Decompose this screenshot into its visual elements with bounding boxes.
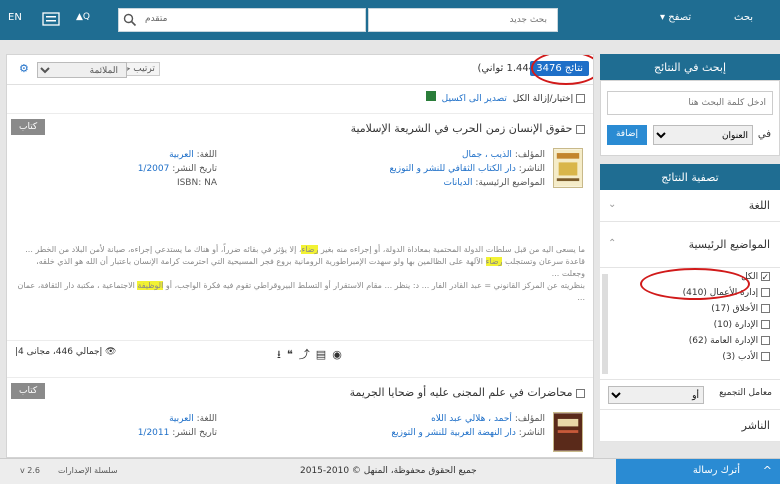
record-meta-main: المؤلف: أحمد ، هلالي عبد اللاه الناشر: د…	[391, 414, 545, 438]
record-excerpt: ما يسعى اليه من قبل سلطات الدولة المحتمي…	[17, 245, 585, 302]
record-type-badge: كتاب	[11, 383, 46, 399]
version-text: v 2.6	[20, 466, 40, 475]
chevron-up-icon: ⌃	[608, 238, 617, 249]
search-in-results-box: في العنوان إضافة	[600, 80, 780, 156]
results-header: (1.444 ثواني) 3476 نتائج ترتيب حسب الملا…	[7, 55, 593, 85]
book-cover-image[interactable]	[553, 148, 583, 188]
results-search-input[interactable]	[607, 91, 773, 115]
facet-subjects[interactable]: المواضيع الرئيسية ⌃	[600, 222, 780, 268]
subject-list: ✓ الكل إدارة الأعمال (410) الأخلاق (17) …	[600, 268, 780, 380]
new-search-input[interactable]	[369, 9, 557, 31]
result-record: كتاب محاضرات في علم المجنى عليه أو ضحايا…	[7, 377, 593, 457]
facet-publisher[interactable]: الناشر	[600, 410, 780, 442]
copyright-text: جميع الحقوق محفوظة، المنهل © 2010-2015	[300, 466, 477, 476]
search-type-select[interactable]: متقدم	[118, 8, 366, 32]
record-meta-side: اللغة: العربية تاريخ النشر: 1/2007 ISBN:…	[137, 150, 217, 188]
subject-link[interactable]: الديانات	[444, 178, 473, 188]
facet-item[interactable]: الإدارة العامة (62)	[689, 336, 770, 346]
keyboard-icon[interactable]	[42, 11, 60, 27]
browse-menu[interactable]: تصفح ▾	[660, 12, 691, 23]
field-select[interactable]: العنوان	[653, 125, 753, 145]
results-panel: (1.444 ثواني) 3476 نتائج ترتيب حسب الملا…	[6, 54, 594, 458]
record-title[interactable]: محاضرات في علم المجنى عليه أو ضحايا الجر…	[350, 386, 585, 399]
new-search-field[interactable]	[368, 8, 558, 32]
export-excel-link[interactable]: تصدير الى اكسيل	[439, 94, 510, 104]
download-icon[interactable]: ⭳	[277, 348, 287, 361]
top-bar: EN ▲Q متقدم تصفح ▾ بحث	[0, 0, 780, 40]
chevron-up-icon: ^	[762, 464, 772, 477]
combine-select[interactable]: أو	[608, 386, 704, 404]
annotation-circle	[531, 55, 593, 85]
filter-results-header: تصفية النتائج	[600, 164, 780, 190]
sidebar: إبحث في النتائج في العنوان إضافة تصفية ا…	[600, 54, 780, 458]
add-button[interactable]: إضافة	[607, 125, 647, 145]
search-icon	[123, 13, 137, 27]
excel-icon	[425, 91, 436, 101]
book-cover-image[interactable]	[553, 412, 583, 452]
chevron-down-icon: ⌄	[608, 199, 617, 210]
language-toggle[interactable]: EN	[8, 12, 22, 23]
record-type-badge: كتاب	[11, 119, 46, 135]
scrollbar[interactable]	[602, 274, 608, 374]
facet-item[interactable]: الأدب (3)	[722, 352, 770, 362]
in-label: في	[757, 129, 771, 140]
record-checkbox[interactable]	[576, 124, 585, 134]
record-actions: 👁 إجمالي 446، مجانى 4| ⭳❝⤴▤◉	[7, 340, 593, 365]
footer: v 2.6 سلسلة الإصدارات جميع الحقوق محفوظة…	[0, 458, 780, 484]
record-title[interactable]: حقوق الإنسان زمن الحرب في الشريعة الإسلا…	[351, 122, 585, 135]
search-menu[interactable]: بحث	[734, 12, 753, 23]
record-checkbox[interactable]	[576, 388, 585, 398]
annotation-circle	[640, 268, 750, 300]
record-meta-main: المؤلف: الذيب ، جمال الناشر: دار الكتاب …	[389, 150, 545, 188]
record-meta-side: اللغة: العربية تاريخ النشر: 1/2011	[137, 414, 217, 438]
combine-row: معامل التجميع أو	[600, 380, 780, 410]
publisher-link[interactable]: دار الكتاب الثقافي للنشر و التوزيع	[389, 164, 515, 174]
select-all-checkbox[interactable]	[576, 94, 585, 103]
share-icon[interactable]: ⤴	[299, 348, 316, 361]
facet-item[interactable]: الأخلاق (17)	[711, 304, 770, 314]
quote-icon[interactable]: ❝	[287, 348, 299, 361]
search-in-results-header: إبحث في النتائج	[600, 54, 780, 80]
app: EN ▲Q متقدم تصفح ▾ بحث (1.444 ثواني) 347…	[0, 0, 780, 484]
selection-row: إختيار/إزالة الكل تصدير الى اكسيل	[7, 91, 593, 111]
facet-language[interactable]: اللغة ⌄	[600, 190, 780, 222]
advanced-search-link[interactable]: ▲Q	[76, 12, 90, 22]
search-mode-label: متقدم	[145, 14, 168, 24]
author-link[interactable]: الذيب ، جمال	[462, 150, 512, 160]
facet-item[interactable]: الإدارة (10)	[714, 320, 770, 330]
combine-label: معامل التجميع	[719, 388, 772, 398]
settings-icon[interactable]: ⚙	[19, 62, 29, 75]
leave-message-button[interactable]: أترك رسالة ^	[616, 459, 780, 484]
preview-icon[interactable]: ◉	[332, 348, 348, 361]
document-icon[interactable]: ▤	[316, 348, 332, 361]
sort-select[interactable]: الملائمة	[37, 62, 127, 78]
result-record: كتاب حقوق الإنسان زمن الحرب في الشريعة ا…	[7, 113, 593, 375]
action-icons: ⭳❝⤴▤◉	[277, 346, 348, 365]
select-all-label: إختيار/إزالة الكل	[512, 94, 574, 104]
release-series-link[interactable]: سلسلة الإصدارات	[58, 466, 118, 475]
views-stats: 👁 إجمالي 446، مجانى 4|	[15, 347, 117, 357]
